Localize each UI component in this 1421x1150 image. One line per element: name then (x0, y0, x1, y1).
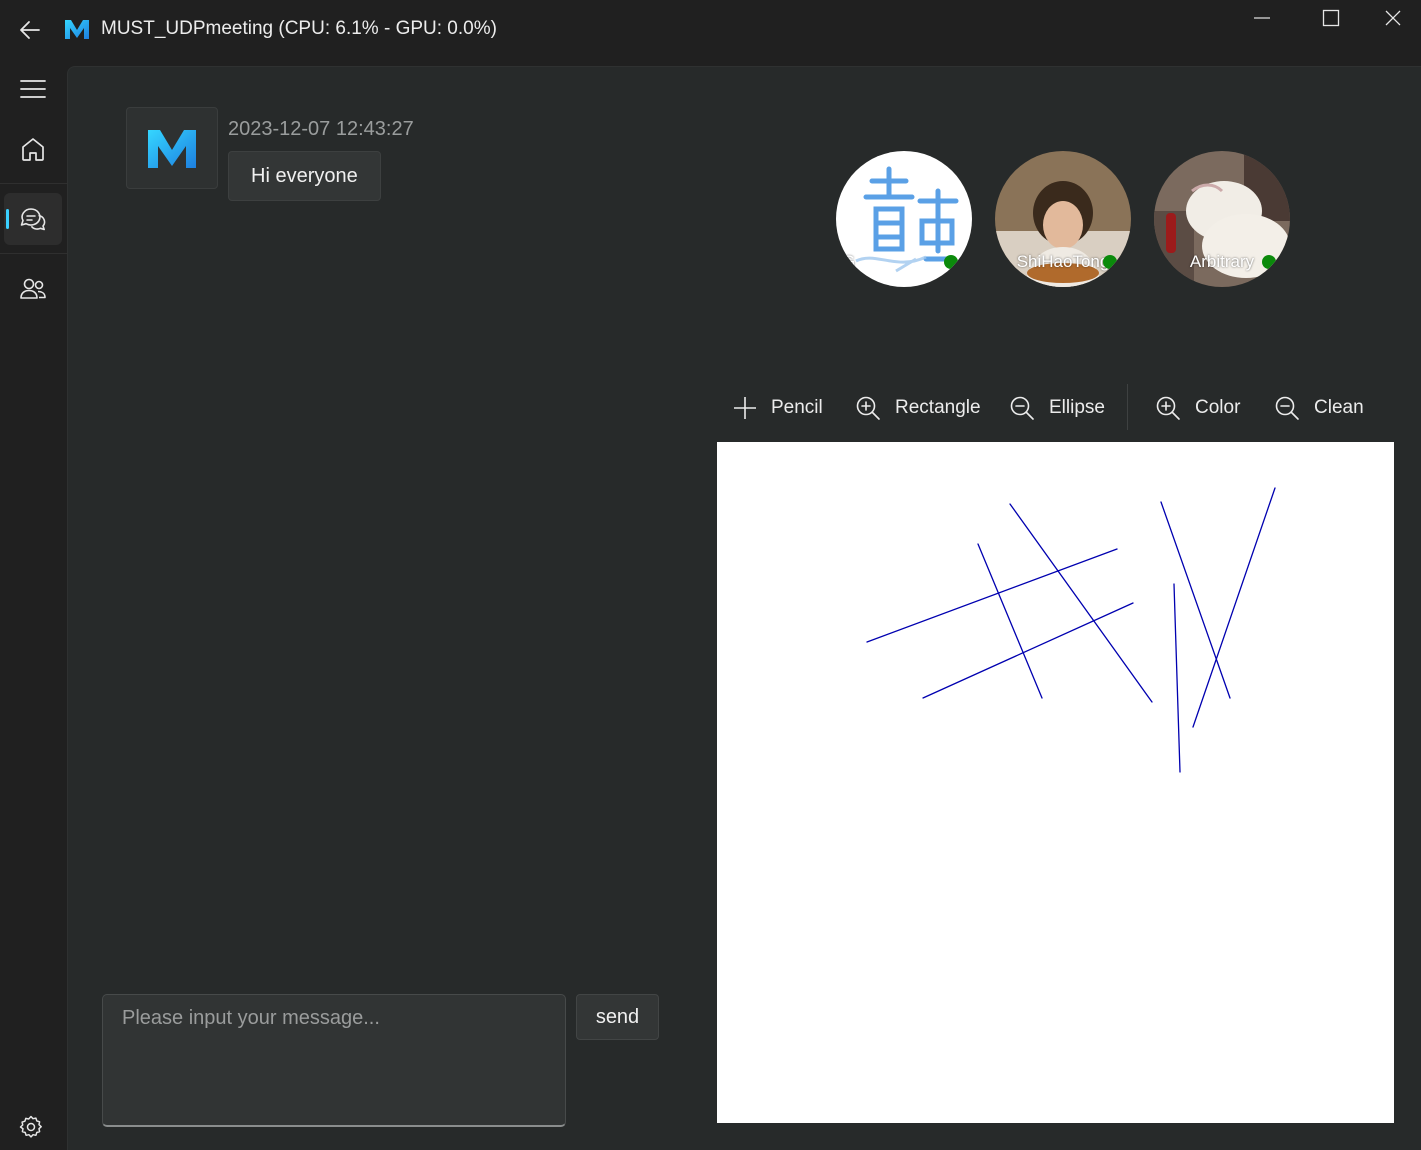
tool-clean[interactable]: Clean (1274, 388, 1364, 428)
people-icon (20, 278, 46, 299)
send-button[interactable]: send (576, 994, 659, 1040)
online-status-dot (1103, 255, 1117, 269)
message-timestamp: 2023-12-07 12:43:27 (228, 118, 414, 140)
toolbar-divider (1127, 384, 1128, 430)
nav-menu-button[interactable] (4, 63, 62, 115)
tool-color[interactable]: Color (1155, 388, 1240, 428)
app-logo-icon (65, 20, 89, 39)
online-status-dot (1262, 255, 1276, 269)
participant-name: G (842, 252, 856, 271)
nav-divider (0, 253, 67, 254)
title-bar: MUST_UDPmeeting (CPU: 6.1% - GPU: 0.0%) (0, 0, 1421, 62)
drawn-line (922, 602, 1134, 699)
nav-rail (0, 62, 67, 1150)
tool-pencil[interactable]: Pencil (733, 388, 823, 428)
close-button[interactable] (1365, 0, 1421, 36)
zoom-out-icon (1010, 396, 1034, 420)
message-input[interactable] (102, 994, 566, 1127)
settings-button[interactable] (14, 1110, 48, 1144)
chat-icon (20, 208, 46, 231)
app-logo-icon (148, 130, 196, 168)
zoom-out-icon (1275, 396, 1299, 420)
drawn-line (866, 548, 1118, 643)
drawn-line (977, 543, 1043, 699)
nav-home[interactable] (4, 123, 62, 175)
whiteboard-canvas[interactable] (717, 442, 1394, 1123)
back-arrow-icon (20, 21, 40, 39)
tool-label: Ellipse (1049, 397, 1105, 418)
drawing-strokes (866, 487, 1276, 773)
tool-label: Pencil (771, 397, 823, 418)
settings-icon (19, 1115, 42, 1138)
plus-icon (734, 397, 756, 419)
tool-ellipse[interactable]: Ellipse (1009, 388, 1105, 428)
sender-avatar (126, 107, 218, 189)
online-status-dot (944, 255, 958, 269)
minimize-button[interactable] (1228, 0, 1296, 36)
drawn-line (1160, 501, 1231, 699)
maximize-button[interactable] (1297, 0, 1365, 36)
home-icon (22, 138, 44, 161)
tool-label: Rectangle (895, 397, 981, 418)
nav-divider (0, 183, 67, 184)
window-title: MUST_UDPmeeting (CPU: 6.1% - GPU: 0.0%) (101, 18, 497, 39)
tool-label: Clean (1314, 397, 1364, 418)
close-icon (1385, 10, 1401, 26)
tool-label: Color (1195, 397, 1241, 418)
menu-icon (20, 80, 46, 98)
zoom-in-icon (1156, 396, 1180, 420)
participant-avatar[interactable]: G (836, 151, 972, 287)
tool-rectangle[interactable]: Rectangle (855, 388, 981, 428)
message-bubble: Hi everyone (228, 151, 381, 201)
minimize-icon (1254, 17, 1270, 19)
drawn-line (1173, 583, 1181, 773)
back-button[interactable] (14, 14, 46, 46)
maximize-icon (1322, 9, 1340, 27)
participant-avatar[interactable]: Arbitrary (1154, 151, 1290, 287)
active-indicator (6, 209, 9, 229)
nav-people[interactable] (4, 263, 62, 315)
zoom-in-icon (856, 396, 880, 420)
drawn-line (1192, 487, 1276, 728)
nav-chat[interactable] (4, 193, 62, 245)
participant-avatar[interactable]: ShiHaoTong (995, 151, 1131, 287)
